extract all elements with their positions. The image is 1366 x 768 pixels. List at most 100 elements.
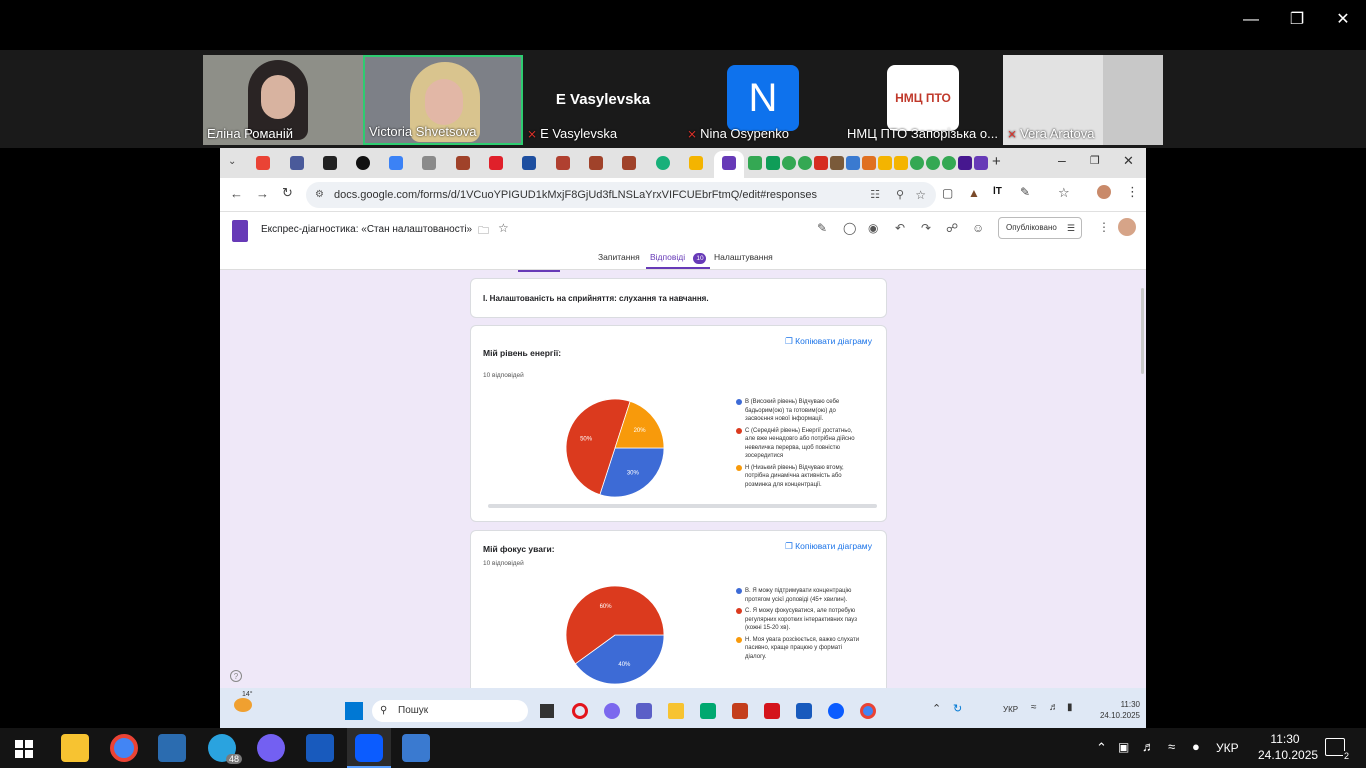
zoom-app-icon[interactable] — [828, 703, 844, 719]
restore-icon[interactable]: ❐ — [1282, 8, 1312, 32]
tab-icon[interactable] — [766, 156, 780, 170]
participant-tile[interactable]: ⨯ Vera Aratova — [1003, 55, 1163, 145]
form-title[interactable]: Експрес-діагностика: «Стан налаштованост… — [261, 224, 472, 235]
undo-icon[interactable]: ↶ — [895, 221, 905, 235]
published-button[interactable]: Опубліковано ☰ — [998, 217, 1082, 239]
app-icon[interactable] — [402, 734, 430, 762]
tab-questions[interactable]: Запитання — [598, 252, 640, 262]
folder-icon[interactable]: 🗀 — [478, 222, 489, 241]
profile-avatar[interactable] — [1097, 185, 1111, 199]
address-bar[interactable]: ⚙ docs.google.com/forms/d/1VCuoYPIGUD1kM… — [306, 182, 936, 208]
tab-icon[interactable] — [862, 156, 876, 170]
file-explorer-icon[interactable] — [668, 703, 684, 719]
tab-icon[interactable] — [556, 156, 570, 170]
bookmarks-icon[interactable]: ☆ — [1058, 185, 1070, 201]
tab-icon[interactable] — [830, 156, 844, 170]
chevron-up-icon[interactable]: ⌃ — [1096, 740, 1107, 756]
acrobat-icon[interactable] — [764, 703, 780, 719]
site-info-icon[interactable]: ⚙ — [315, 182, 324, 208]
task-view-icon[interactable] — [540, 704, 554, 718]
word-icon[interactable] — [796, 703, 812, 719]
clock[interactable]: 11:30 24.10.2025 — [1258, 731, 1318, 763]
volume-icon[interactable]: ♬ — [1142, 739, 1155, 754]
chevron-up-icon[interactable]: ⌃ — [932, 702, 941, 715]
chrome-icon[interactable] — [860, 703, 876, 719]
participant-tile[interactable]: N ⨯ Nina Osypenko — [683, 55, 843, 145]
tab-icon[interactable] — [846, 156, 860, 170]
meet-icon[interactable] — [700, 703, 716, 719]
redo-icon[interactable]: ↷ — [921, 221, 931, 235]
participant-tile[interactable]: E Vasylevska ⨯ E Vasylevska — [523, 55, 683, 145]
forward-icon[interactable]: → — [256, 186, 269, 201]
microphone-icon[interactable]: ● — [1192, 739, 1200, 754]
copilot-icon[interactable] — [604, 703, 620, 719]
close-icon[interactable]: ✕ — [1328, 8, 1358, 32]
extension-icon[interactable]: ▲ — [968, 186, 980, 200]
tab-icon[interactable] — [878, 156, 892, 170]
help-icon[interactable]: ? — [230, 670, 242, 682]
vertical-scrollbar[interactable] — [1141, 288, 1144, 374]
tab-icon[interactable] — [389, 156, 403, 170]
tab-responses[interactable]: Відповіді 10 — [646, 252, 710, 269]
addon-icon[interactable]: ✎ — [817, 221, 827, 235]
participant-tile-active-speaker[interactable]: Victoria Shvetsova — [363, 55, 523, 145]
horizontal-scrollbar[interactable] — [488, 504, 877, 508]
close-icon[interactable]: ✕ — [1123, 153, 1134, 169]
extension-icon[interactable]: lT — [993, 186, 1002, 197]
tab-icon[interactable] — [422, 156, 436, 170]
language-indicator[interactable]: УКР — [1216, 741, 1239, 755]
new-tab-icon[interactable]: + — [992, 153, 1001, 170]
tab-icon[interactable] — [894, 156, 908, 170]
translate-icon[interactable]: ☷ — [870, 182, 880, 208]
wifi-icon[interactable]: ≈ — [1168, 739, 1175, 754]
account-avatar[interactable] — [1118, 218, 1136, 236]
tab-search-icon[interactable]: ⌄ — [228, 156, 236, 167]
tab-icon[interactable] — [814, 156, 828, 170]
word-icon[interactable] — [306, 734, 334, 762]
tab-icon[interactable] — [589, 156, 603, 170]
bookmark-star-icon[interactable]: ☆ — [915, 182, 926, 208]
cast-icon[interactable]: ▢ — [942, 186, 953, 200]
back-icon[interactable]: ← — [230, 186, 243, 201]
media-player-icon[interactable] — [158, 734, 186, 762]
weather-icon[interactable] — [234, 698, 252, 712]
menu-dots-icon[interactable]: ⋮ — [1126, 184, 1139, 200]
notification-center-icon[interactable]: 2 — [1325, 738, 1350, 761]
clock[interactable]: 11:30 24.10.2025 — [1088, 699, 1140, 721]
tab-icon[interactable] — [689, 156, 703, 170]
tab-icon[interactable] — [910, 156, 924, 170]
tab-icon[interactable] — [958, 156, 972, 170]
tab-icon[interactable] — [926, 156, 940, 170]
network-icon[interactable]: ▣ — [1118, 740, 1129, 754]
teams-icon[interactable] — [636, 703, 652, 719]
chrome-icon[interactable] — [110, 734, 138, 762]
gmail-tab-icon[interactable] — [256, 156, 270, 170]
file-explorer-icon[interactable] — [61, 734, 89, 762]
sync-icon[interactable]: ↻ — [953, 702, 962, 715]
tab-icon[interactable] — [748, 156, 762, 170]
tab-icon[interactable] — [522, 156, 536, 170]
tab-icon[interactable] — [323, 156, 337, 170]
participant-tile[interactable]: НМЦ ПТО НМЦ ПТО Запорізька о... — [843, 55, 1003, 145]
reload-icon[interactable]: ↻ — [282, 185, 293, 201]
restore-icon[interactable]: ❐ — [1090, 154, 1100, 167]
taskbar-search[interactable]: ⚲ Пошук — [372, 700, 528, 722]
powerpoint-icon[interactable] — [732, 703, 748, 719]
tab-icon[interactable] — [456, 156, 470, 170]
opera-icon[interactable] — [572, 703, 588, 719]
link-icon[interactable]: ☍ — [946, 221, 958, 235]
tab-icon[interactable] — [942, 156, 956, 170]
add-collaborator-icon[interactable]: ☺ — [972, 221, 984, 235]
minimize-icon[interactable]: – — [1058, 152, 1066, 168]
palette-icon[interactable]: ◯ — [843, 221, 856, 235]
windows-start-icon[interactable] — [345, 702, 363, 720]
tab-icon[interactable] — [798, 156, 812, 170]
more-menu-icon[interactable]: ⋮ — [1098, 220, 1110, 234]
google-forms-logo-icon[interactable] — [232, 220, 248, 242]
extensions-puzzle-icon[interactable]: ✎ — [1020, 185, 1030, 199]
viber-icon[interactable] — [257, 734, 285, 762]
tab-settings[interactable]: Налаштування — [714, 252, 773, 262]
wifi-icon[interactable]: ≈ — [1031, 702, 1037, 713]
tab-icon[interactable] — [656, 156, 670, 170]
zoom-taskbar-active[interactable] — [347, 728, 391, 768]
